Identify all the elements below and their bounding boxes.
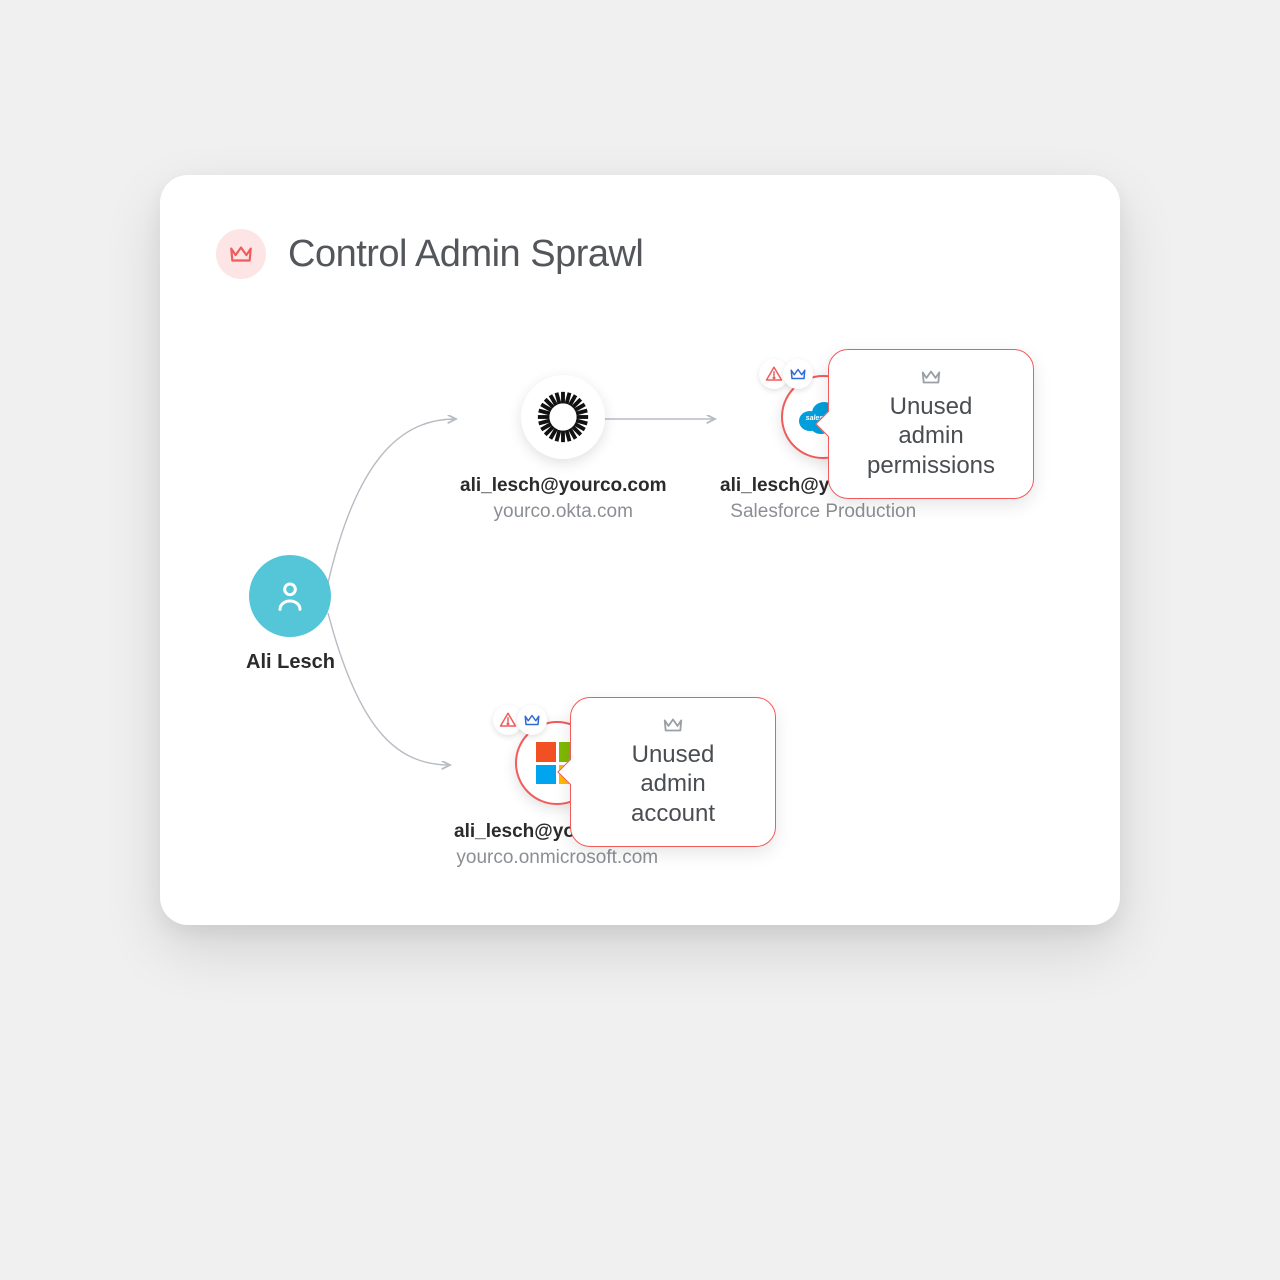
crown-icon (517, 705, 547, 735)
user-name: Ali Lesch (246, 651, 335, 674)
microsoft-callout-text: Unused admin account (597, 740, 749, 828)
okta-node: ali_lesch@yourco.com yourco.okta.com (460, 375, 667, 523)
user-avatar-icon (249, 555, 331, 637)
okta-domain: yourco.okta.com (460, 501, 667, 523)
crown-icon (660, 714, 686, 736)
microsoft-badges (493, 705, 547, 735)
crown-icon (918, 366, 944, 388)
diagram-canvas: Ali Lesch (160, 175, 1120, 925)
okta-email: ali_lesch@yourco.com (460, 475, 667, 497)
crown-icon (783, 359, 813, 389)
salesforce-domain: Salesforce Production (720, 501, 927, 523)
salesforce-callout-text: Unused admin permissions (855, 392, 1007, 480)
microsoft-domain: yourco.onmicrosoft.com (454, 847, 661, 869)
microsoft-callout: Unused admin account (570, 697, 776, 847)
salesforce-callout: Unused admin permissions (828, 349, 1034, 499)
user-node: Ali Lesch (246, 555, 335, 674)
okta-logo-icon (521, 375, 605, 459)
salesforce-badges (759, 359, 813, 389)
main-card: Control Admin Sprawl Ali Le (160, 175, 1120, 925)
